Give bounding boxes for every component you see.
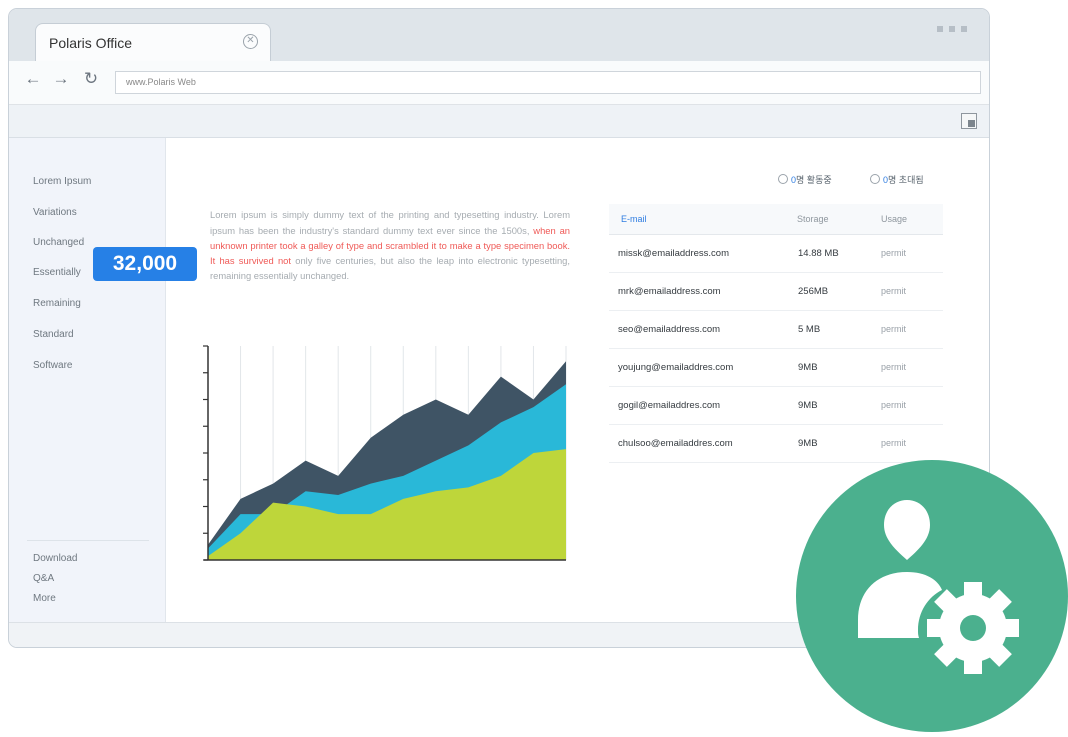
sidebar-item-qa[interactable]: Q&A bbox=[33, 573, 54, 584]
tab-bar: Polaris Office ✕ bbox=[9, 9, 989, 61]
sidebar-item-software[interactable]: Software bbox=[33, 360, 72, 371]
cell-storage: 9MB bbox=[798, 438, 818, 449]
close-tab-icon[interactable]: ✕ bbox=[243, 34, 258, 49]
sidebar-item-unchanged[interactable]: Unchanged bbox=[33, 237, 84, 248]
table-row[interactable]: seo@emailaddress.com 5 MB permit bbox=[609, 311, 943, 349]
cell-usage: permit bbox=[881, 362, 907, 372]
cell-usage: permit bbox=[881, 400, 907, 410]
back-arrow-icon[interactable]: ← bbox=[23, 69, 43, 89]
cell-storage: 5 MB bbox=[798, 324, 821, 335]
url-bar[interactable]: www.Polaris Web bbox=[115, 71, 981, 94]
active-label: 명 활동중 bbox=[796, 175, 832, 185]
cell-storage: 9MB bbox=[798, 400, 818, 411]
description-text-start: Lorem ipsum is simply dummy text of the … bbox=[210, 209, 570, 236]
header-storage[interactable]: Storage bbox=[797, 214, 829, 224]
cell-email: mrk@emailaddress.com bbox=[618, 286, 721, 297]
reload-icon[interactable]: ↻ bbox=[81, 69, 101, 89]
navigation-bar: ← → ↻ www.Polaris Web bbox=[9, 61, 989, 105]
description-text: Lorem ipsum is simply dummy text of the … bbox=[210, 207, 570, 283]
sidebar-item-more[interactable]: More bbox=[33, 593, 56, 604]
cell-email: gogil@emailaddres.com bbox=[618, 400, 721, 411]
chart-value-badge: 32,000 bbox=[93, 247, 197, 281]
cell-usage: permit bbox=[881, 286, 907, 296]
tab-title: Polaris Office bbox=[49, 35, 132, 51]
sidebar-item-lorem-ipsum[interactable]: Lorem Ipsum bbox=[33, 176, 91, 187]
sidebar-divider bbox=[27, 540, 149, 541]
cell-usage: permit bbox=[881, 248, 907, 258]
user-settings-icon bbox=[858, 500, 1019, 674]
area-chart bbox=[203, 345, 567, 561]
app-toolbar bbox=[9, 105, 989, 138]
sidebar-item-download[interactable]: Download bbox=[33, 553, 77, 564]
active-users-icon bbox=[778, 174, 788, 184]
expand-icon[interactable] bbox=[961, 113, 977, 129]
table-header: E-mail Storage Usage bbox=[609, 204, 943, 235]
table-row[interactable]: youjung@emailaddres.com 9MB permit bbox=[609, 349, 943, 387]
sidebar: Lorem Ipsum Variations Unchanged Essenti… bbox=[9, 138, 166, 622]
invited-users-icon bbox=[870, 174, 880, 184]
header-email[interactable]: E-mail bbox=[621, 214, 647, 224]
maximize-icon[interactable] bbox=[949, 26, 955, 32]
cell-storage: 256MB bbox=[798, 286, 829, 297]
cell-email: seo@emailaddress.com bbox=[618, 324, 721, 335]
sidebar-item-remaining[interactable]: Remaining bbox=[33, 298, 81, 309]
cell-storage: 9MB bbox=[798, 362, 818, 373]
user-settings-badge bbox=[796, 460, 1068, 732]
window-controls bbox=[937, 26, 967, 32]
table-row[interactable]: chulsoo@emailaddres.com 9MB permit bbox=[609, 425, 943, 463]
users-table: E-mail Storage Usage missk@emailaddress.… bbox=[609, 204, 943, 463]
cell-usage: permit bbox=[881, 438, 907, 448]
invited-label: 명 초대됨 bbox=[888, 175, 924, 185]
sidebar-item-standard[interactable]: Standard bbox=[33, 329, 74, 340]
table-row[interactable]: gogil@emailaddres.com 9MB permit bbox=[609, 387, 943, 425]
cell-email: missk@emailaddress.com bbox=[618, 248, 730, 259]
close-window-icon[interactable] bbox=[961, 26, 967, 32]
url-text: www.Polaris Web bbox=[126, 77, 196, 87]
forward-arrow-icon[interactable]: → bbox=[51, 69, 71, 89]
sidebar-item-essentially[interactable]: Essentially bbox=[33, 267, 81, 278]
table-row[interactable]: mrk@emailaddress.com 256MB permit bbox=[609, 273, 943, 311]
cell-usage: permit bbox=[881, 324, 907, 334]
browser-tab[interactable]: Polaris Office ✕ bbox=[35, 23, 271, 61]
cell-storage: 14.88 MB bbox=[798, 248, 839, 259]
cell-email: youjung@emailaddres.com bbox=[618, 362, 734, 373]
table-row[interactable]: missk@emailaddress.com 14.88 MB permit bbox=[609, 235, 943, 273]
header-usage[interactable]: Usage bbox=[881, 214, 907, 224]
sidebar-item-variations[interactable]: Variations bbox=[33, 207, 77, 218]
active-users-status: 0명 활동중 bbox=[778, 173, 832, 186]
minimize-icon[interactable] bbox=[937, 26, 943, 32]
invited-users-status: 0명 초대됨 bbox=[870, 173, 924, 186]
cell-email: chulsoo@emailaddres.com bbox=[618, 438, 733, 449]
